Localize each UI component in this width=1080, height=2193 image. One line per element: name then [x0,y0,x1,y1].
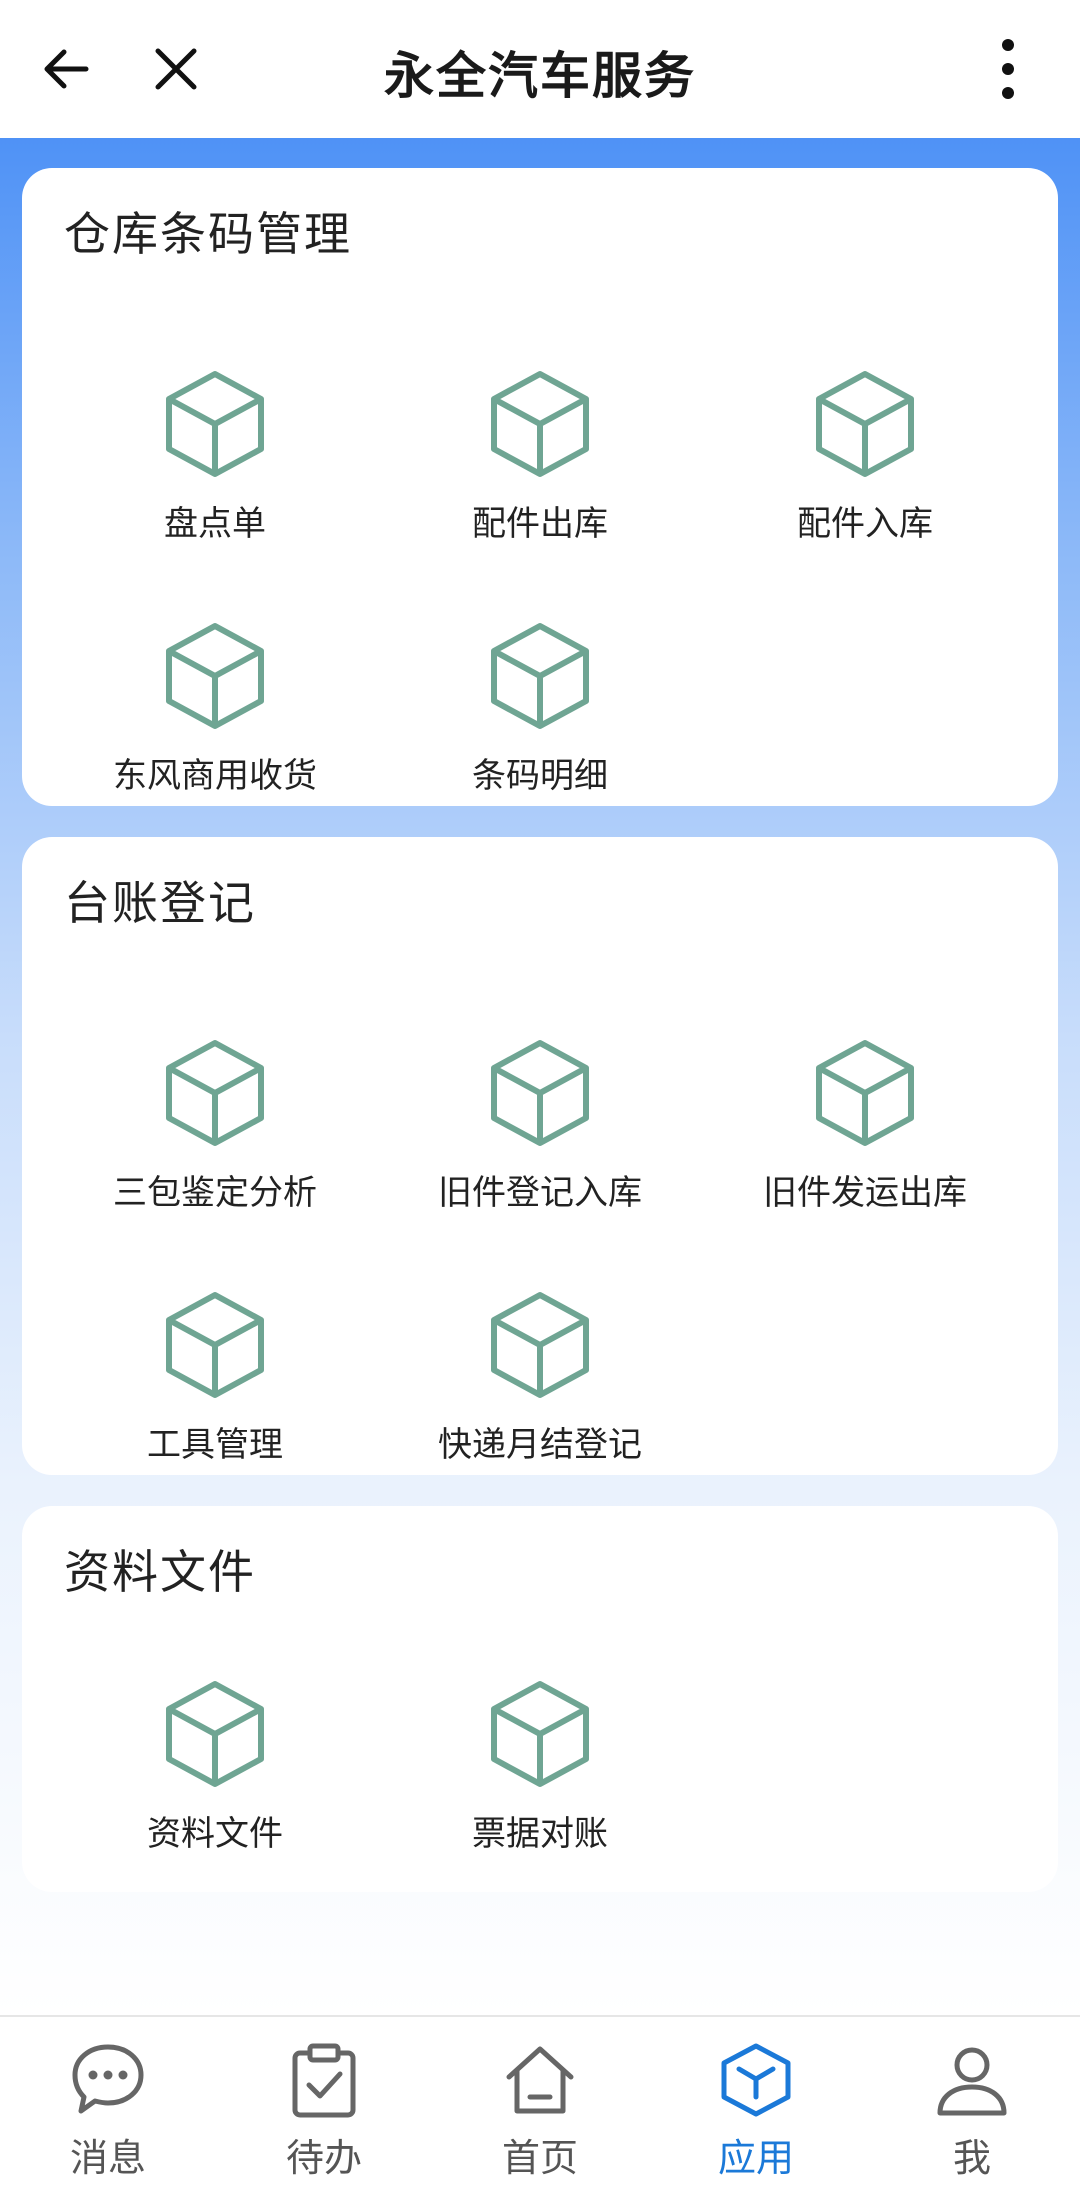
tile-label: 旧件登记入库 [438,1173,642,1213]
cube-icon [491,1292,589,1398]
tile-label: 资料文件 [147,1814,283,1854]
more-button[interactable] [968,29,1048,109]
tab-todo[interactable]: 待办 [216,2017,432,2193]
section-card-warehouse-barcode: 仓库条码管理 盘点单 配件出库 配件入库 东风商用收货 条码明细 [22,168,1058,806]
top-bar: 永全汽车服务 [0,0,1080,138]
app-tile-documents[interactable]: 资料文件 [42,1678,388,1878]
app-tile-used-parts-shipping[interactable]: 旧件发运出库 [692,1037,1038,1237]
cube-icon [816,371,914,477]
tab-label: 首页 [501,2136,578,2180]
bottom-tab-bar: 消息 待办 首页 应用 我 [0,2015,1080,2193]
cube-icon [491,1040,589,1146]
tile-label: 三包鉴定分析 [113,1173,317,1213]
page-title: 永全汽车服务 [384,47,696,105]
cube-icon [166,623,264,729]
app-tile-parts-outbound[interactable]: 配件出库 [367,368,713,568]
cube-icon [491,371,589,477]
app-tile-tool-management[interactable]: 工具管理 [42,1289,388,1489]
section-title: 资料文件 [64,1545,256,1599]
section-card-ledger-registration: 台账登记 三包鉴定分析 旧件登记入库 旧件发运出库 工具管理 快递月结登记 [22,837,1058,1475]
section-title: 台账登记 [64,876,256,930]
section-title: 仓库条码管理 [64,207,352,261]
home-icon [506,2046,574,2114]
tile-label: 配件出库 [472,504,608,544]
tab-label: 待办 [285,2136,362,2180]
cube-icon [491,1681,589,1787]
app-tile-express-monthly[interactable]: 快递月结登记 [367,1289,713,1489]
tile-label: 条码明细 [472,756,608,796]
app-tile-barcode-detail[interactable]: 条码明细 [367,620,713,820]
cube-icon [166,1681,264,1787]
clipboard-check-icon [292,2043,356,2118]
section-card-documents: 资料文件 资料文件 票据对账 [22,1506,1058,1892]
user-icon [937,2047,1007,2116]
tab-messages[interactable]: 消息 [0,2017,216,2193]
tab-me[interactable]: 我 [864,2017,1080,2193]
tab-home[interactable]: 首页 [432,2017,648,2193]
app-content: 仓库条码管理 盘点单 配件出库 配件入库 东风商用收货 条码明细 台账登记 三包… [0,138,1080,2015]
chat-bubble-icon [72,2044,144,2114]
cube-icon [491,623,589,729]
tile-label: 旧件发运出库 [763,1173,967,1213]
cube-icon [721,2043,791,2117]
app-tile-inventory-sheet[interactable]: 盘点单 [42,368,388,568]
tab-apps[interactable]: 应用 [648,2017,864,2193]
app-tile-dongfeng-receiving[interactable]: 东风商用收货 [42,620,388,820]
more-vertical-icon [1002,39,1014,99]
tile-label: 东风商用收货 [113,756,317,796]
cube-icon [166,1040,264,1146]
tab-label: 消息 [69,2136,146,2180]
app-tile-warranty-analysis[interactable]: 三包鉴定分析 [42,1037,388,1237]
tile-label: 配件入库 [797,504,933,544]
app-tile-used-parts-inbound[interactable]: 旧件登记入库 [367,1037,713,1237]
app-tile-bill-reconciliation[interactable]: 票据对账 [367,1678,713,1878]
tab-label: 应用 [717,2136,794,2180]
cube-icon [816,1040,914,1146]
tile-label: 盘点单 [164,504,266,544]
tile-label: 快递月结登记 [438,1425,642,1465]
cube-icon [166,371,264,477]
tab-label: 我 [952,2136,991,2180]
tile-label: 工具管理 [147,1425,283,1465]
cube-icon [166,1292,264,1398]
app-tile-parts-inbound[interactable]: 配件入库 [692,368,1038,568]
tile-label: 票据对账 [472,1814,608,1854]
